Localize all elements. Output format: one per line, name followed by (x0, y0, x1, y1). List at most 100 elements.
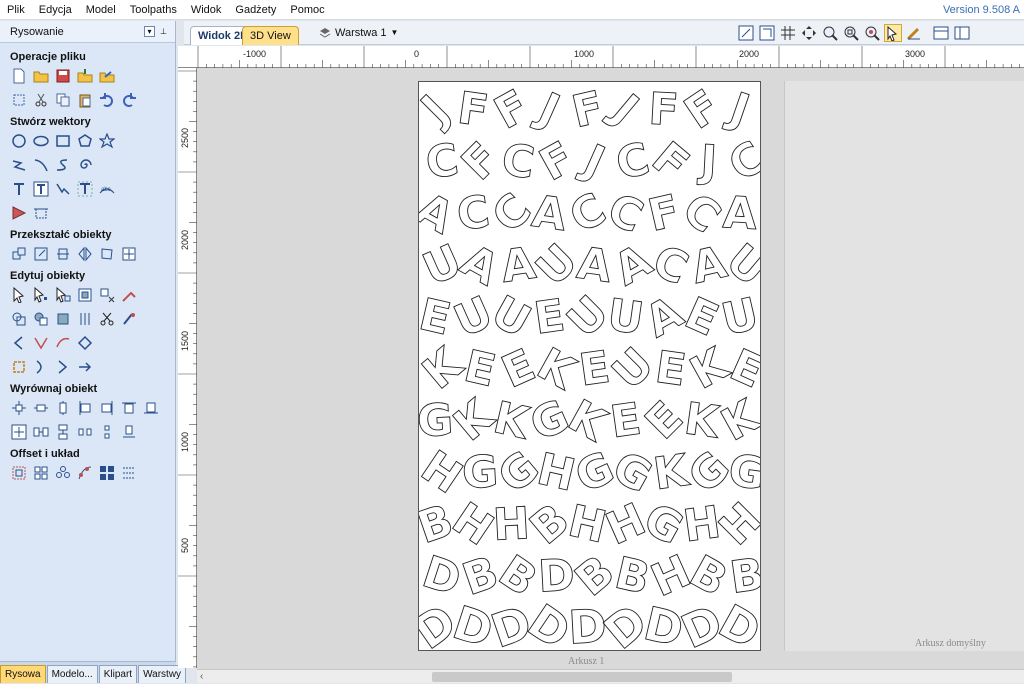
center-in-material-icon[interactable] (11, 424, 27, 440)
distribute-h-icon[interactable] (77, 424, 93, 440)
export-icon[interactable] (99, 68, 115, 84)
menu-edycja[interactable]: Edycja (32, 0, 79, 20)
subtract-icon[interactable] (33, 311, 49, 327)
copy-along-vector-icon[interactable] (77, 465, 93, 481)
tab-rysowanie[interactable]: Rysowa (0, 665, 46, 683)
array-copy-icon[interactable] (33, 465, 49, 481)
letter-vector[interactable]: A (721, 187, 759, 241)
letter-vector[interactable]: F (647, 83, 681, 137)
undo-icon[interactable] (99, 92, 115, 108)
tab-3d-view[interactable]: 3D View (242, 26, 299, 45)
letter-vector[interactable]: G (460, 446, 500, 500)
move-icon[interactable] (11, 246, 27, 262)
letter-vector[interactable]: B (610, 547, 655, 605)
rotate-icon[interactable] (55, 246, 71, 262)
view-2d-icon[interactable] (737, 24, 755, 42)
zoom-selection-icon[interactable] (863, 24, 881, 42)
menu-model[interactable]: Model (79, 0, 123, 20)
grid-icon[interactable] (779, 24, 797, 42)
paste-icon[interactable] (77, 92, 93, 108)
smooth-icon[interactable] (55, 335, 71, 351)
trim-icon[interactable] (77, 311, 93, 327)
letter-vector[interactable]: J (720, 82, 756, 137)
ellipse-icon[interactable] (33, 133, 49, 149)
circular-array-icon[interactable] (55, 465, 71, 481)
polygon-icon[interactable] (77, 133, 93, 149)
select-all-icon[interactable] (11, 92, 27, 108)
node-edit-icon[interactable] (33, 287, 49, 303)
node-diamond-icon[interactable] (77, 335, 93, 351)
text-arc-icon[interactable] (55, 181, 71, 197)
open-folder-icon[interactable] (33, 68, 49, 84)
scrollbar-thumb[interactable] (432, 672, 732, 682)
letter-vector[interactable]: A (528, 186, 570, 242)
space-v-icon[interactable] (55, 424, 71, 440)
save-icon[interactable] (55, 68, 71, 84)
letter-vector[interactable]: H (532, 443, 580, 502)
letter-vector[interactable]: E (607, 393, 645, 449)
close-vector-icon[interactable] (33, 359, 49, 375)
offset-icon[interactable] (11, 465, 27, 481)
curve-icon[interactable] (55, 157, 71, 173)
view-toggle-icon[interactable] (758, 24, 776, 42)
chevron-left-icon[interactable] (11, 335, 27, 351)
space-h-icon[interactable] (33, 424, 49, 440)
letter-vector[interactable]: G (419, 394, 455, 448)
letter-vector[interactable]: F (567, 82, 609, 139)
window-icon[interactable] (953, 24, 971, 42)
distort-icon[interactable] (99, 246, 115, 262)
letter-vector[interactable]: F (675, 82, 729, 140)
transform-select-icon[interactable] (55, 287, 71, 303)
pan-icon[interactable] (800, 24, 818, 42)
arc-icon[interactable] (33, 157, 49, 173)
circle-icon[interactable] (11, 133, 27, 149)
nesting-icon[interactable] (99, 465, 115, 481)
letter-vector[interactable]: K (488, 392, 536, 451)
snap-icon[interactable] (884, 24, 902, 42)
weld-icon[interactable] (121, 287, 137, 303)
zoom-box-icon[interactable] (821, 24, 839, 42)
letter-vector[interactable]: J (528, 82, 567, 137)
menu-pomoc[interactable]: Pomoc (283, 0, 331, 20)
tab-modelowanie[interactable]: Modelo... (46, 665, 98, 683)
join-icon[interactable] (33, 335, 49, 351)
letter-vector[interactable]: F (486, 82, 538, 140)
measure-tool-icon[interactable] (905, 24, 923, 42)
import-icon[interactable] (77, 68, 93, 84)
align-right-icon[interactable] (99, 400, 115, 416)
align-top-icon[interactable] (121, 400, 137, 416)
text-frame-icon[interactable] (77, 181, 93, 197)
letter-vector[interactable]: E (459, 340, 501, 397)
letter-vector[interactable]: U (717, 288, 761, 347)
letter-vector[interactable]: F (643, 185, 685, 242)
letter-vector[interactable]: C (719, 131, 761, 192)
zoom-fit-icon[interactable] (842, 24, 860, 42)
align-center-icon[interactable] (11, 400, 27, 416)
letter-vector[interactable]: D (419, 546, 467, 607)
menu-toolpaths[interactable]: Toolpaths (123, 0, 184, 20)
spiral-icon[interactable] (77, 157, 93, 173)
menu-gadzety[interactable]: Gadżety (228, 0, 283, 20)
align-bottom-icon[interactable] (143, 400, 159, 416)
offset-shape-icon[interactable] (11, 359, 27, 375)
direction-icon[interactable] (77, 359, 93, 375)
letter-vector[interactable]: C (422, 134, 462, 190)
menu-widok[interactable]: Widok (184, 0, 229, 20)
measure-icon[interactable] (33, 205, 49, 221)
drawing-canvas[interactable]: JFFJFJFFJCFCFJCFJCACCACCFCAUAAUAACAUEUUE… (197, 68, 1024, 669)
letter-vector[interactable]: J (600, 83, 649, 135)
rectangle-icon[interactable] (55, 133, 71, 149)
letter-vector[interactable]: C (498, 134, 538, 190)
letter-vector[interactable]: J (573, 133, 612, 188)
mirror-icon[interactable] (77, 246, 93, 262)
letter-vector[interactable]: B (726, 548, 761, 604)
tab-klipart[interactable]: Klipart (98, 665, 138, 683)
layout-icon[interactable] (932, 24, 950, 42)
align-center-h-icon[interactable] (33, 400, 49, 416)
new-file-icon[interactable] (11, 68, 27, 84)
letter-vector[interactable]: F (454, 82, 492, 138)
fillet-icon[interactable] (121, 311, 137, 327)
ungroup-icon[interactable] (99, 287, 115, 303)
letter-vector[interactable]: F (531, 132, 583, 192)
letter-vector[interactable]: H (491, 498, 531, 552)
